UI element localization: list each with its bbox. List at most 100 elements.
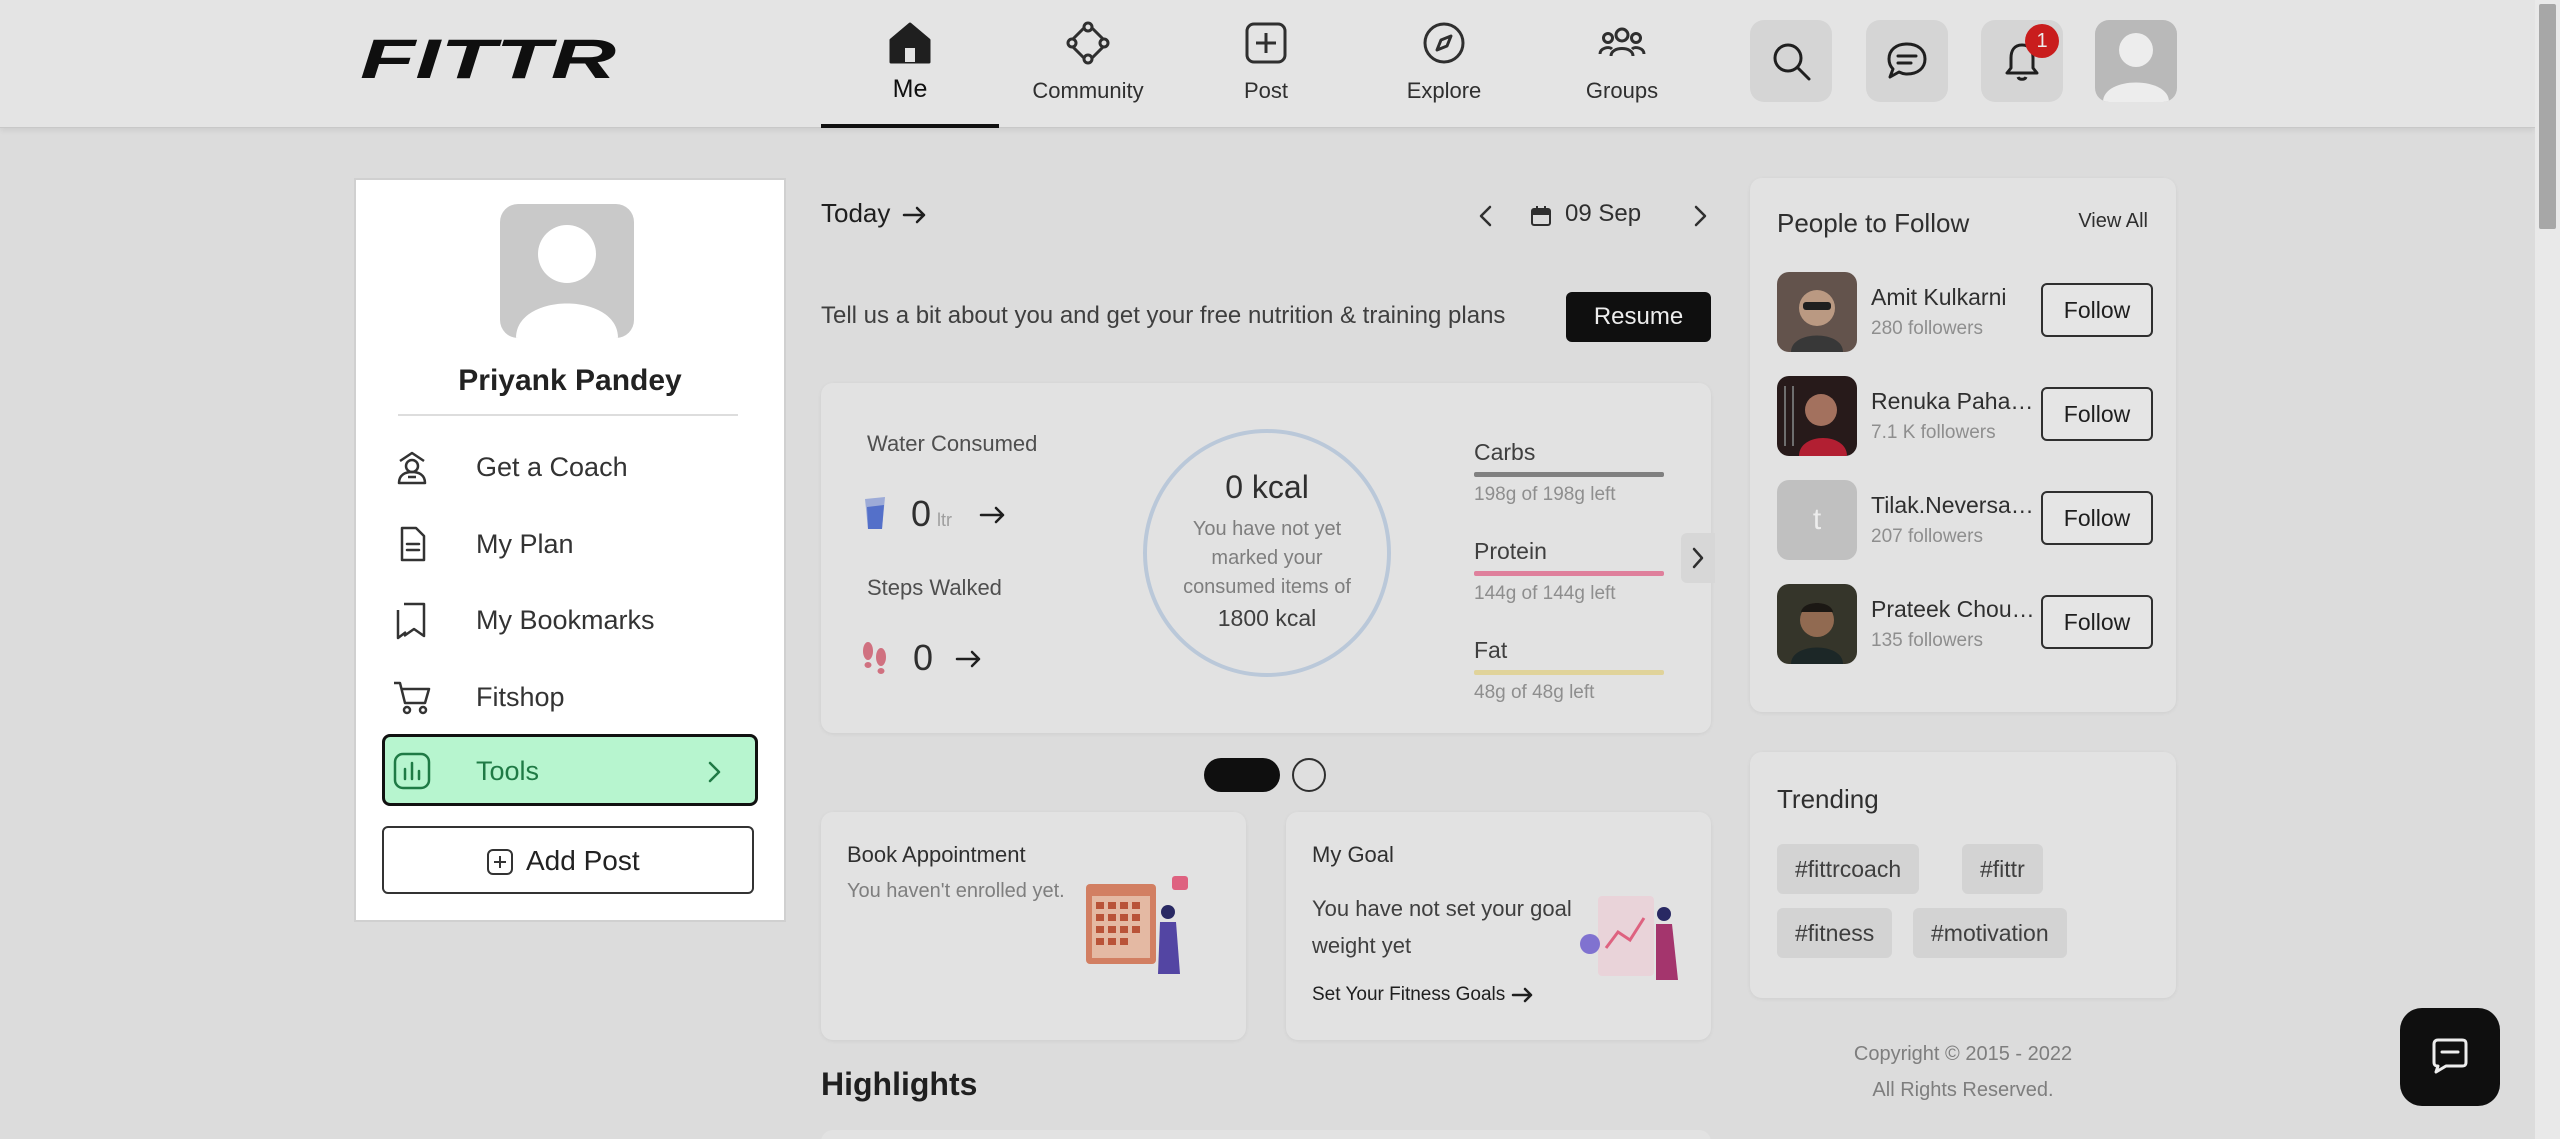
- steps-value: 0: [913, 637, 934, 678]
- profile-menu-card: Priyank Pandey Get a Coach My Plan My Bo…: [356, 180, 784, 920]
- follow-button[interactable]: Follow: [2041, 491, 2153, 545]
- nav-label: Me: [892, 75, 928, 103]
- user-avatar-icon: [2103, 33, 2169, 102]
- nav-label: Groups: [1585, 78, 1659, 103]
- nav-label: Post: [1243, 78, 1289, 103]
- set-goals-link[interactable]: Set Your Fitness Goals: [1312, 984, 1535, 1006]
- carousel-next-button[interactable]: [1681, 533, 1715, 583]
- page-scrollbar[interactable]: [2535, 0, 2560, 1139]
- protein-bar: [1474, 571, 1664, 576]
- coach-icon: [397, 451, 427, 485]
- person-followers: 280 followers: [1871, 318, 1983, 339]
- bar-chart-icon: [393, 752, 431, 790]
- menu-tools[interactable]: Tools: [382, 734, 758, 806]
- chevron-right-icon: [708, 761, 721, 783]
- book-appointment-card[interactable]: Book Appointment You haven't enrolled ye…: [821, 812, 1246, 1040]
- person-name[interactable]: Amit Kulkarni: [1871, 284, 2039, 311]
- highlights-heading: Highlights: [821, 1066, 978, 1102]
- person-name[interactable]: Tilak.Neversaynever: [1871, 492, 2039, 519]
- menu-my-plan[interactable]: My Plan: [382, 507, 758, 579]
- copyright-text: Copyright © 2015 - 2022: [1853, 1043, 2073, 1065]
- follow-button[interactable]: Follow: [2041, 387, 2153, 441]
- nav-explore[interactable]: Explore: [1355, 0, 1533, 128]
- appointment-subtitle: You haven't enrolled yet.: [847, 880, 1065, 902]
- water-title: Water Consumed: [867, 431, 1038, 456]
- trending-tag[interactable]: #fittr: [1962, 844, 2043, 894]
- my-goal-card[interactable]: My Goal You have not set your goal weigh…: [1286, 812, 1711, 1040]
- follow-button[interactable]: Follow: [2041, 595, 2153, 649]
- today-link[interactable]: Today: [821, 198, 928, 229]
- scrollbar-thumb[interactable]: [2539, 4, 2556, 229]
- top-header: FITTR Me Community Post Explore Groups 1: [0, 0, 2535, 128]
- plus-square-icon: [1245, 22, 1287, 64]
- carousel-dot[interactable]: [1292, 758, 1326, 792]
- notification-badge: 1: [2025, 24, 2059, 58]
- person-row: Amit Kulkarni 280 followers Follow: [1777, 272, 2157, 352]
- rights-text: All Rights Reserved.: [1872, 1079, 2054, 1101]
- avatar[interactable]: [1777, 584, 1857, 664]
- macro-protein: Protein 144g of 144g left: [1474, 538, 1664, 605]
- chevron-right-icon[interactable]: [1689, 202, 1711, 230]
- people-title: People to Follow: [1777, 208, 1970, 238]
- notifications-button[interactable]: 1: [1981, 20, 2063, 102]
- date-navigator: 09 Sep: [1465, 196, 1715, 236]
- user-avatar-icon: [516, 225, 618, 338]
- trending-card: Trending #fittrcoach #fittr #fitness #mo…: [1750, 752, 2176, 998]
- cart-icon: [394, 681, 431, 715]
- goal-title: My Goal: [1312, 842, 1394, 867]
- avatar[interactable]: t: [1777, 480, 1857, 560]
- trending-tag[interactable]: #motivation: [1913, 908, 2067, 958]
- support-chat-button[interactable]: [2400, 1008, 2500, 1106]
- follow-button[interactable]: Follow: [2041, 283, 2153, 337]
- kcal-message: You have not yet marked your consumed it…: [1183, 518, 1351, 598]
- calorie-ring[interactable]: 0 kcal You have not yet marked your cons…: [1143, 429, 1391, 677]
- trending-tag[interactable]: #fittrcoach: [1777, 844, 1920, 894]
- carousel-dot-active[interactable]: [1204, 758, 1280, 792]
- menu-label: My Plan: [476, 529, 574, 559]
- view-all-link[interactable]: View All: [2078, 210, 2148, 233]
- nav-community[interactable]: Community: [999, 0, 1177, 128]
- resume-button[interactable]: Resume: [1566, 292, 1711, 342]
- chevron-right-icon: [1692, 547, 1704, 569]
- trending-tag[interactable]: #fitness: [1777, 908, 1893, 958]
- chevron-left-icon[interactable]: [1475, 202, 1497, 230]
- current-date[interactable]: 09 Sep: [1565, 200, 1641, 228]
- person-name[interactable]: Prateek Chouhan: [1871, 596, 2039, 623]
- kcal-target: 1800 kcal: [1217, 605, 1317, 631]
- people-to-follow-card: People to Follow View All Amit Kulkarni …: [1750, 178, 2176, 712]
- person-row: Prateek Chouhan 135 followers Follow: [1777, 584, 2157, 664]
- search-button[interactable]: [1750, 20, 1832, 102]
- add-post-button[interactable]: Add Post: [382, 826, 754, 894]
- menu-label: My Bookmarks: [476, 605, 655, 635]
- arrow-right-icon[interactable]: [955, 649, 983, 669]
- nav-label: Explore: [1406, 78, 1482, 103]
- chat-icon: [1887, 42, 1927, 79]
- document-icon: [400, 526, 426, 562]
- menu-fitshop[interactable]: Fitshop: [382, 660, 758, 732]
- nav-groups[interactable]: Groups: [1533, 0, 1711, 128]
- menu-my-bookmarks[interactable]: My Bookmarks: [382, 583, 758, 655]
- today-label: Today: [821, 198, 891, 228]
- goal-text: You have not set your goal weight yet: [1312, 896, 1572, 958]
- profile-avatar[interactable]: [500, 204, 634, 338]
- menu-get-a-coach[interactable]: Get a Coach: [382, 430, 758, 502]
- arrow-right-icon: [902, 206, 925, 224]
- person-followers: 7.1 K followers: [1871, 422, 1996, 443]
- avatar[interactable]: [1777, 272, 1857, 352]
- person-followers: 135 followers: [1871, 630, 1983, 651]
- calendar-icon: [1531, 206, 1551, 226]
- avatar[interactable]: [1777, 376, 1857, 456]
- account-avatar[interactable]: [2095, 20, 2177, 102]
- compass-icon: [1423, 22, 1465, 64]
- nav-post[interactable]: Post: [1177, 0, 1355, 128]
- fittr-logo[interactable]: FITTR: [360, 32, 618, 84]
- messages-button[interactable]: [1866, 20, 1948, 102]
- arrow-right-icon[interactable]: [979, 505, 1007, 525]
- chat-bubble-icon: [2432, 1038, 2468, 1074]
- menu-label: Get a Coach: [476, 452, 628, 482]
- nav-me[interactable]: Me: [821, 0, 999, 128]
- macro-carbs: Carbs 198g of 198g left: [1474, 439, 1664, 506]
- person-name[interactable]: Renuka Pahadsing: [1871, 388, 2039, 415]
- person-followers: 207 followers: [1871, 526, 1983, 547]
- carbs-bar: [1474, 472, 1664, 477]
